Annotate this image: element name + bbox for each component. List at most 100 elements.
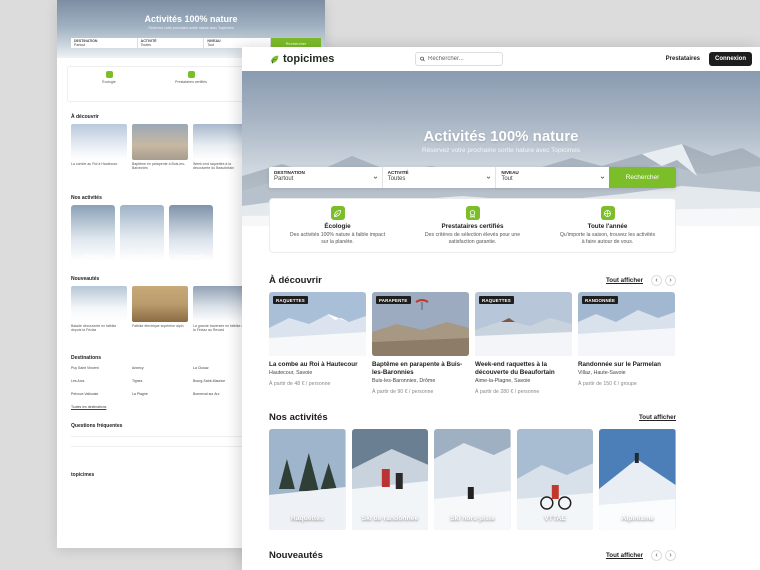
discover-header: À découvrir Tout afficher ‹ › [269, 275, 676, 286]
feature-description: Qu'importe la saison, trouvez les activi… [559, 232, 656, 246]
card-location: Buis-les-Baronnies, Drôme [372, 377, 436, 384]
chevron-right-icon[interactable]: › [665, 550, 676, 561]
card-location: Hautecour, Savoie [269, 369, 313, 376]
feature-description: Des critères de sélection élevés pour un… [424, 232, 521, 246]
search-icon [420, 56, 425, 62]
back-search-field: ACTIVITÉ Toutes [138, 38, 205, 48]
news-title: Nouveautés [269, 550, 323, 561]
card-image: RAQUETTES [475, 292, 572, 356]
features-panel: Écologie Des activités 100% nature à fai… [269, 198, 676, 253]
activity-tile[interactable]: Raquettes [269, 429, 346, 530]
activity-card[interactable]: RANDONNÉE Randonnée sur le Parmelan Vill… [578, 292, 675, 395]
nav-actions: Prestataires Connexion [666, 52, 752, 66]
card-location: Aime-la-Plagne, Savoie [475, 377, 531, 384]
back-news-image [71, 286, 127, 322]
activity-label: ACTIVITÉ [387, 170, 409, 175]
card-price: À partir de 280 € / personne [475, 388, 540, 395]
activity-value: Toutes [387, 176, 406, 182]
back-activity-card: Ski de randonnée [120, 205, 164, 261]
news-see-all-link[interactable]: Tout afficher [606, 552, 643, 559]
activity-card[interactable]: RAQUETTES Week-end raquettes à la découv… [475, 292, 572, 395]
activity-search-bar: DESTINATION Partout ACTIVITÉ Toutes NIVE… [269, 167, 677, 188]
back-activity-card: Ski hors-piste [169, 205, 213, 261]
site-logo[interactable]: topicimes [269, 53, 334, 65]
back-discover-title: À découvrir [71, 114, 99, 120]
brand-name: topicimes [283, 53, 335, 65]
back-news-title: La grande traversée en fatbike de la Féc… [193, 324, 246, 332]
category-badge: RAQUETTES [273, 296, 308, 304]
back-card-title: Baptême en parapente à Buis-les-Baronnie… [132, 162, 186, 170]
card-price: À partir de 150 € / groupe [578, 380, 637, 387]
activity-label: Ski hors-piste [450, 515, 495, 522]
activity-tile[interactable]: Alpinisme [599, 429, 676, 530]
feature-title: Prestataires certifiés [441, 223, 504, 230]
activity-tile[interactable]: Ski de randonnée [351, 429, 429, 530]
leaf-icon [330, 206, 345, 220]
discover-see-all-link[interactable]: Tout afficher [606, 277, 643, 284]
card-title: Baptême en parapente à Buis-les-Baronnie… [372, 361, 463, 376]
search-button[interactable]: Rechercher [609, 167, 677, 188]
feature-certified: Prestataires certifiés Des critères de s… [405, 199, 540, 252]
chevron-down-icon [600, 176, 605, 179]
category-badge: RAQUETTES [479, 296, 514, 304]
back-card-title: Week-end raquettes à la découverte du Be… [193, 162, 235, 170]
category-badge: RANDONNÉE [582, 296, 619, 304]
back-destination: Annecy [132, 366, 144, 370]
search-input[interactable] [428, 56, 498, 62]
back-footer-logo: topicimes [71, 472, 95, 478]
back-news-title: Fatbike électrique supérieur alpin [132, 324, 184, 328]
news-carousel-controls: ‹ › [651, 550, 676, 561]
discover-title: À découvrir [269, 275, 322, 286]
feature-title: Écologie [324, 223, 351, 230]
news-header: Nouveautés Tout afficher ‹ › [269, 550, 676, 561]
back-hero-subtitle: Réservez votre prochaine sortie nature a… [148, 26, 234, 30]
activities-title: Nos activités [269, 412, 328, 423]
activities-see-all-link[interactable]: Tout afficher [639, 414, 676, 421]
back-destination: Puy Saint Vincent [71, 366, 99, 370]
card-image: RANDONNÉE [578, 292, 675, 356]
chevron-left-icon[interactable]: ‹ [651, 275, 662, 286]
back-card-image [193, 124, 249, 160]
level-label: NIVEAU [501, 170, 519, 175]
back-news-image [193, 286, 249, 322]
card-location: Villaz, Haute-Savoie [578, 369, 626, 376]
feature-ecology: Écologie Des activités 100% nature à fai… [270, 199, 405, 252]
destination-value: Partout [274, 176, 294, 182]
card-title: La combe au Roi à Hautecour [269, 361, 358, 368]
back-destination: Bourg-Saint-Maurice [193, 379, 226, 383]
destination-label: DESTINATION [274, 170, 305, 175]
destination-select[interactable]: DESTINATION Partout [269, 167, 383, 188]
search-box[interactable] [415, 52, 503, 66]
chevron-right-icon[interactable]: › [665, 275, 676, 286]
hero-title: Activités 100% nature [423, 128, 579, 145]
activity-select[interactable]: ACTIVITÉ Toutes [383, 167, 497, 188]
back-search-field: DESTINATION Partout [71, 38, 138, 48]
category-badge: PARAPENTE [376, 296, 411, 304]
activity-label: VTTAE [544, 515, 566, 522]
chevron-left-icon[interactable]: ‹ [651, 550, 662, 561]
back-destination: La Plagne [132, 392, 148, 396]
back-faq-title: Questions fréquentes [71, 423, 123, 429]
back-all-destinations-link: Toutes les destinations [71, 405, 107, 409]
back-news-image [132, 286, 188, 322]
back-destinations-title: Destinations [71, 355, 102, 361]
providers-link[interactable]: Prestataires [666, 56, 700, 62]
card-title: Week-end raquettes à la découverte du Be… [475, 361, 555, 376]
activities-grid: Raquettes Ski de randonnée Ski hors-pist… [269, 429, 676, 530]
activity-tile[interactable]: Ski hors-piste [434, 429, 511, 530]
login-button[interactable]: Connexion [709, 52, 752, 66]
back-destination: Les Arcs [71, 379, 85, 383]
level-select[interactable]: NIVEAU Tout [496, 167, 609, 188]
back-destination: Pelvoux Vallouise [71, 392, 99, 396]
activity-card[interactable]: PARAPENTE Baptême en parapente à Buis-le… [372, 292, 469, 395]
card-image: RAQUETTES [269, 292, 366, 356]
certificate-icon [465, 206, 480, 220]
card-price: À partir de 90 € / personne [372, 388, 434, 395]
activity-tile[interactable]: VTTAE [516, 429, 594, 530]
back-card-title: La combe au Roi à Hautecour [71, 162, 118, 166]
card-title: Randonnée sur le Parmelan [578, 361, 661, 368]
feature-title: Toute l'année [587, 223, 628, 230]
activity-card[interactable]: RAQUETTES La combe au Roi à Hautecour Ha… [269, 292, 366, 395]
back-destination: Tignes [132, 379, 143, 383]
back-hero-title: Activités 100% nature [144, 14, 238, 24]
